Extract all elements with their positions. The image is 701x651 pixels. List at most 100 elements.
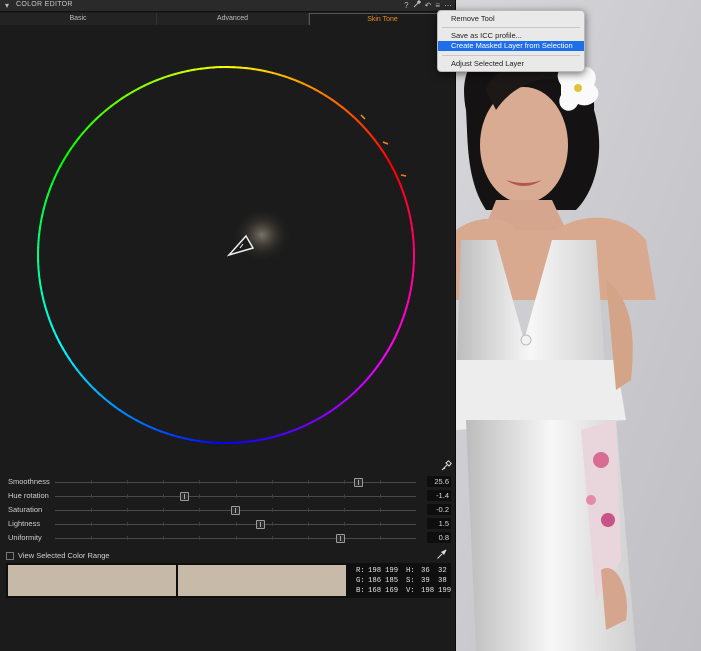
slider-tick — [235, 494, 237, 498]
tab-skin-tone[interactable]: Skin Tone — [309, 13, 456, 25]
swatch-before — [8, 565, 176, 596]
slider-tick — [91, 480, 93, 484]
tab-basic[interactable]: Basic — [0, 13, 157, 25]
readout-v-label: V: — [406, 587, 415, 595]
menu-item-save-icc-profile[interactable]: Save as ICC profile... — [438, 31, 584, 41]
slider-tick — [307, 522, 309, 526]
app-window: ▾ COLOR EDITOR ? ↶ ≡ ⋯ Basic Advanced Sk… — [0, 0, 701, 651]
slider-thumb[interactable] — [231, 506, 240, 515]
menu-separator — [442, 27, 580, 28]
tab-advanced[interactable]: Advanced — [157, 13, 309, 25]
context-menu: Remove Tool Save as ICC profile... Creat… — [437, 10, 585, 72]
slider-lightness[interactable]: Lightness 1.5 — [0, 518, 456, 531]
readout-s-label: S: — [406, 577, 415, 585]
slider-track[interactable] — [55, 534, 416, 543]
skin-tone-range-glow — [232, 207, 292, 263]
slider-thumb[interactable] — [256, 520, 266, 529]
hue-ring-ticks — [360, 114, 407, 177]
readout-s-after: 38 — [438, 577, 447, 585]
slider-tick — [199, 480, 201, 484]
panel-title: COLOR EDITOR — [16, 1, 73, 8]
slider-hue-rotation[interactable]: Hue rotation -1.4 — [0, 490, 456, 503]
color-readout: R: 198 199 H: 36 32 G: 186 185 S: 39 38 … — [354, 565, 452, 596]
slider-label: Uniformity — [8, 533, 42, 542]
slider-tick — [307, 480, 309, 484]
slider-track[interactable] — [55, 492, 416, 501]
slider-tick — [343, 522, 345, 526]
slider-value-field[interactable]: -1.4 — [427, 490, 451, 501]
slider-tick — [199, 494, 201, 498]
slider-label: Saturation — [8, 505, 43, 514]
slider-tick — [307, 508, 309, 512]
slider-tick — [199, 536, 201, 540]
slider-value-field[interactable]: 25.6 — [427, 476, 451, 487]
pick-color-icon[interactable] — [436, 548, 448, 560]
slider-value-field[interactable]: -0.2 — [427, 504, 451, 515]
readout-g-label: G: — [356, 577, 365, 585]
menu-item-remove-tool[interactable]: Remove Tool — [438, 14, 584, 24]
pipette-icon[interactable] — [413, 0, 421, 11]
slider-thumb[interactable] — [353, 478, 363, 487]
slider-tick — [127, 508, 129, 512]
slider-value-field[interactable]: 0.8 — [427, 532, 451, 543]
slider-label: Lightness — [8, 519, 41, 528]
help-icon[interactable]: ? — [404, 0, 408, 11]
slider-tick — [163, 508, 165, 512]
slider-tick — [91, 494, 93, 498]
slider-tick — [271, 522, 273, 526]
slider-tick — [91, 508, 93, 512]
slider-track[interactable] — [55, 478, 416, 487]
panel-header: ▾ COLOR EDITOR ? ↶ ≡ ⋯ — [0, 0, 456, 12]
photo-viewer[interactable] — [456, 0, 701, 651]
swatch-after — [178, 565, 346, 596]
readout-r-label: R: — [356, 567, 365, 575]
slider-tick — [163, 536, 165, 540]
slider-tick — [343, 508, 345, 512]
slider-saturation[interactable]: Saturation -0.2 — [0, 504, 456, 517]
undo-icon[interactable]: ↶ — [425, 0, 432, 11]
readout-g-after: 185 — [385, 577, 399, 585]
slider-value-field[interactable]: 1.5 — [427, 518, 451, 529]
slider-thumb[interactable] — [335, 534, 345, 543]
slider-tick — [91, 536, 93, 540]
readout-h-before: 36 — [421, 567, 430, 575]
slider-tick — [163, 522, 165, 526]
collapse-caret-icon[interactable]: ▾ — [5, 1, 9, 10]
menu-item-adjust-selected-layer[interactable]: Adjust Selected Layer — [438, 59, 584, 69]
slider-tick — [307, 536, 309, 540]
slider-tick — [127, 536, 129, 540]
readout-s-before: 39 — [421, 577, 430, 585]
color-info-area: R: 198 199 H: 36 32 G: 186 185 S: 39 38 … — [6, 563, 451, 598]
readout-g-before: 186 — [368, 577, 382, 585]
tab-bar: Basic Advanced Skin Tone — [0, 13, 456, 25]
view-range-checkbox[interactable] — [6, 552, 14, 560]
eyedropper-icon[interactable] — [440, 460, 452, 472]
slider-tick — [127, 494, 129, 498]
slider-uniformity[interactable]: Uniformity 0.8 — [0, 532, 456, 545]
readout-b-before: 168 — [368, 587, 382, 595]
readout-r-after: 199 — [385, 567, 399, 575]
slider-tick — [127, 480, 129, 484]
readout-b-label: B: — [356, 587, 365, 595]
readout-v-before: 198 — [421, 587, 435, 595]
slider-smoothness[interactable]: Smoothness 25.6 — [0, 476, 456, 489]
slider-tick — [379, 480, 381, 484]
slider-tick — [271, 536, 273, 540]
menu-item-create-masked-layer[interactable]: Create Masked Layer from Selection — [438, 41, 584, 51]
menu-separator — [442, 55, 580, 56]
slider-tick — [307, 494, 309, 498]
slider-tick — [91, 522, 93, 526]
slider-tick — [235, 522, 237, 526]
slider-track[interactable] — [55, 506, 416, 515]
slider-label: Smoothness — [8, 477, 50, 486]
hue-ring — [36, 65, 416, 445]
slider-tick — [199, 508, 201, 512]
slider-track[interactable] — [55, 520, 416, 529]
slider-thumb[interactable] — [180, 492, 190, 501]
slider-tick — [127, 522, 129, 526]
skin-tone-color-wheel[interactable] — [0, 26, 456, 476]
slider-tick — [379, 494, 381, 498]
readout-v-after: 199 — [438, 587, 452, 595]
slider-tick — [343, 480, 345, 484]
readout-h-label: H: — [406, 567, 415, 575]
